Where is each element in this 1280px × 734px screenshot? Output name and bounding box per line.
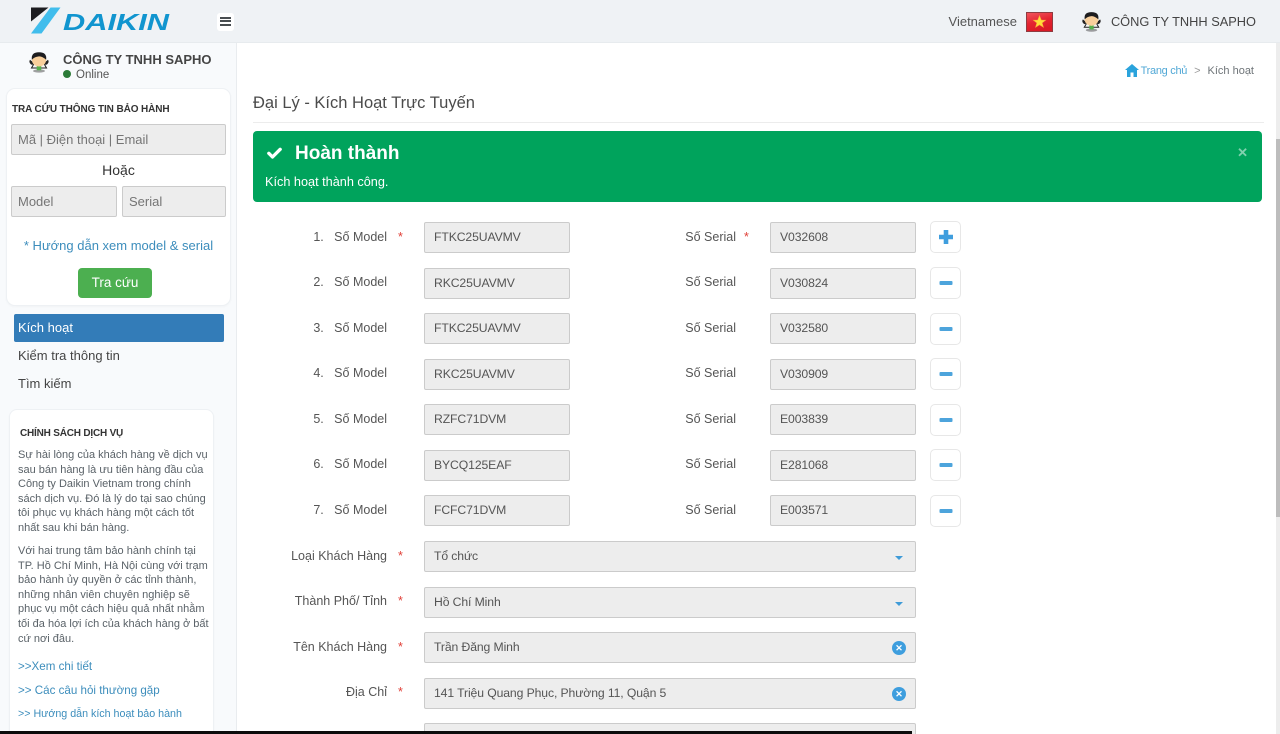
svg-text:DAIKIN: DAIKIN (63, 9, 170, 35)
